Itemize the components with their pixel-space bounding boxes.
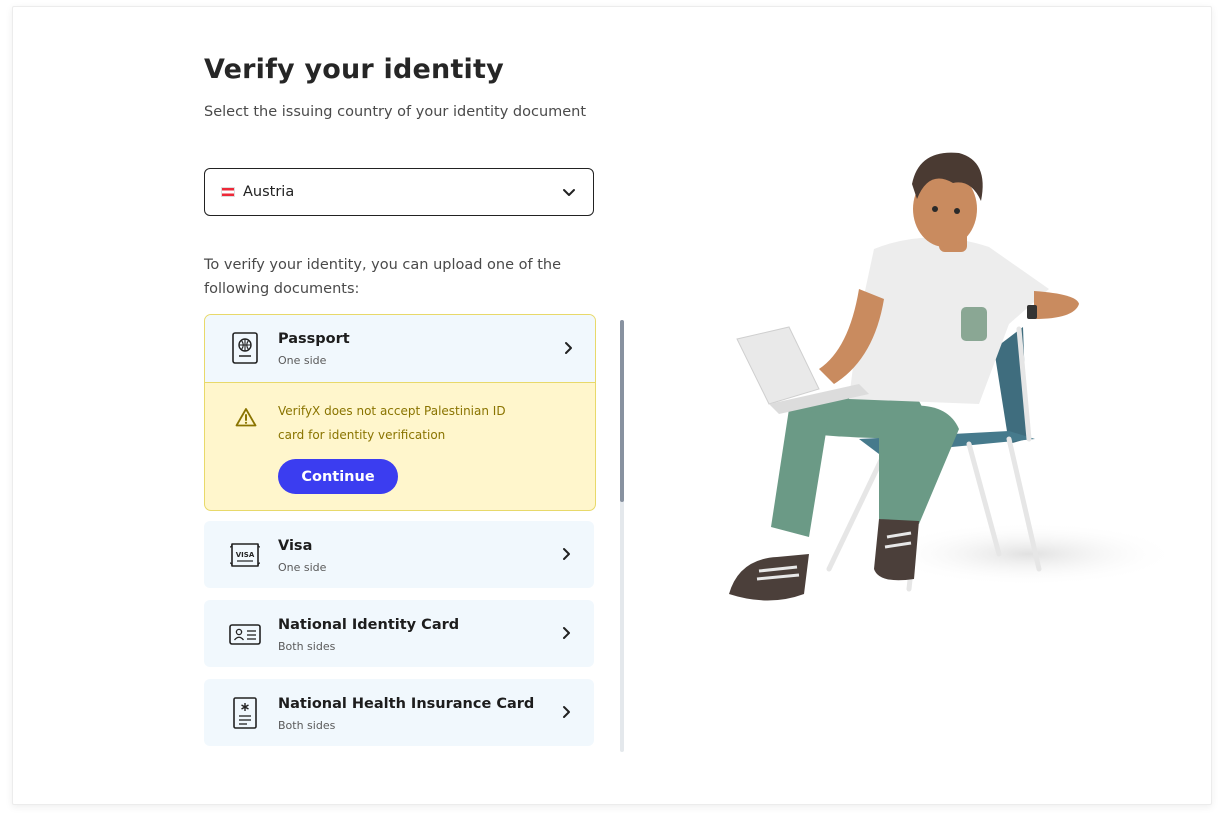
document-option-visa[interactable]: VISA Visa One side [204, 521, 594, 588]
document-option-health-insurance[interactable]: National Health Insurance Card Both side… [204, 679, 594, 746]
document-option-national-id[interactable]: National Identity Card Both sides [204, 600, 594, 667]
scrollbar-thumb[interactable] [620, 320, 624, 502]
health-card-icon [233, 697, 257, 729]
country-select[interactable]: Austria [204, 168, 594, 216]
document-name: Passport [278, 331, 350, 347]
person-with-laptop-illustration [729, 152, 1179, 601]
warning-message: VerifyX does not accept Palestinian ID c… [278, 404, 506, 442]
chevron-down-icon [563, 189, 575, 196]
document-sides: Both sides [278, 640, 336, 653]
document-sides: One side [278, 561, 327, 574]
document-option-passport[interactable]: Passport One side [205, 315, 595, 383]
document-name: National Health Insurance Card [278, 696, 535, 712]
country-select-value: Austria [243, 184, 295, 200]
page-subtitle: Select the issuing country of your ident… [204, 104, 587, 120]
svg-text:VISA: VISA [236, 551, 255, 559]
continue-button[interactable]: Continue [278, 459, 398, 494]
id-card-icon [229, 624, 261, 645]
document-sides: One side [278, 354, 327, 367]
chevron-right-icon [563, 548, 570, 560]
document-name: Visa [278, 538, 313, 554]
austria-flag-icon [221, 187, 235, 197]
chevron-right-icon [563, 627, 570, 639]
documents-intro: To verify your identity, you can upload … [204, 257, 562, 297]
document-option-passport-expanded: Passport One side VerifyX does not accep… [204, 314, 596, 511]
visa-icon: VISA [229, 543, 261, 567]
page-title: Verify your identity [204, 54, 504, 85]
document-list-scrollbar[interactable] [620, 320, 624, 752]
chevron-right-icon [563, 706, 570, 718]
chevron-right-icon [565, 342, 572, 354]
verify-panel: Verify your identity Select the issuing … [12, 6, 1212, 805]
passport-icon [232, 332, 258, 364]
warning-icon [235, 408, 257, 427]
document-sides: Both sides [278, 719, 336, 732]
document-name: National Identity Card [278, 617, 460, 633]
